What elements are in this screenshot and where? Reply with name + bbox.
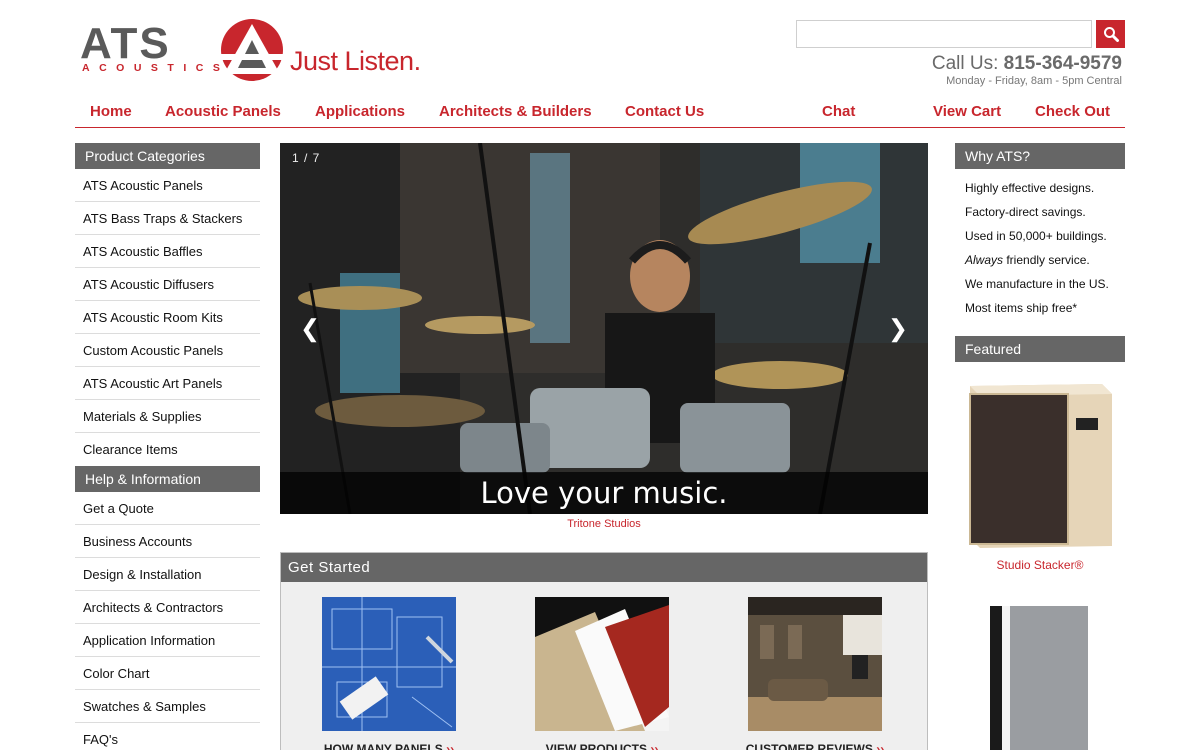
help-information-heading: Help & Information: [75, 466, 260, 492]
why-item: We manufacture in the US.: [955, 272, 1125, 296]
blueprint-image: [322, 597, 456, 731]
panel-swatches-image: [535, 597, 669, 731]
studio-stacker-image[interactable]: [962, 380, 1117, 552]
drummer-studio-photo: [280, 143, 928, 514]
featured-product-link[interactable]: Studio Stacker®: [955, 558, 1125, 572]
view-products-label: VIEW PRODUCTS: [545, 742, 647, 750]
logo-tagline: Just Listen.: [290, 46, 421, 76]
how-many-panels-label: HOW MANY PANELS: [323, 742, 443, 750]
home-theater-image: [748, 597, 882, 731]
why-item-em: Always: [965, 253, 1004, 267]
why-item: Highly effective designs.: [955, 176, 1125, 200]
chevron-left-icon[interactable]: ❮: [300, 315, 320, 344]
category-link[interactable]: Materials & Supplies: [75, 400, 260, 433]
call-us: Call Us: 815-364-9579: [932, 53, 1122, 75]
featured-box: Featured: [955, 336, 1125, 362]
business-hours: Monday - Friday, 8am - 5pm Central: [946, 75, 1122, 87]
nav-contact-us[interactable]: Contact Us: [625, 103, 704, 120]
help-link[interactable]: Color Chart: [75, 657, 260, 690]
how-many-panels-tile[interactable]: [322, 597, 456, 731]
logo-triangle-icon: [220, 19, 284, 81]
how-many-panels-link[interactable]: HOW MANY PANELS ››: [294, 742, 484, 750]
call-label: Call Us:: [931, 53, 999, 74]
why-item: Factory-direct savings.: [955, 200, 1125, 224]
nav-check-out[interactable]: Check Out: [1035, 103, 1110, 120]
why-ats-heading: Why ATS?: [955, 143, 1125, 169]
slide-counter: 1 / 7: [292, 151, 321, 165]
site-logo[interactable]: ATS ACOUSTICS Just Listen.: [80, 18, 440, 84]
chevrons-right-icon: ››: [650, 742, 659, 750]
why-item-text: We manufacture in the US.: [965, 277, 1109, 291]
why-item-text: Highly effective designs.: [965, 181, 1095, 195]
hero-slider[interactable]: 1 / 7 ❮ ❯ Love your music.: [280, 143, 928, 514]
nav-architects-builders[interactable]: Architects & Builders: [439, 103, 592, 120]
why-item-text: Factory-direct savings.: [965, 205, 1086, 219]
search-button[interactable]: [1096, 20, 1125, 48]
search-icon: [1103, 27, 1119, 42]
customer-reviews-link[interactable]: CUSTOMER REVIEWS ››: [720, 742, 910, 750]
featured-heading: Featured: [955, 336, 1125, 362]
main-nav: Home Acoustic Panels Applications Archit…: [75, 100, 1125, 128]
customer-reviews-label: CUSTOMER REVIEWS: [745, 742, 873, 750]
category-link[interactable]: ATS Acoustic Room Kits: [75, 301, 260, 334]
nav-chat[interactable]: Chat: [822, 103, 855, 120]
why-item: Most items ship free*: [955, 296, 1125, 320]
acoustic-panel-image[interactable]: [988, 604, 1090, 750]
help-link[interactable]: Application Information: [75, 624, 260, 657]
why-item: Always friendly service.: [955, 248, 1125, 272]
category-link[interactable]: ATS Acoustic Panels: [75, 169, 260, 202]
customer-reviews-tile[interactable]: [748, 597, 882, 731]
why-item-text: friendly service.: [1003, 253, 1090, 267]
nav-view-cart[interactable]: View Cart: [933, 103, 1001, 120]
help-link[interactable]: Design & Installation: [75, 558, 260, 591]
why-ats-box: Why ATS? Highly effective designs. Facto…: [955, 143, 1125, 320]
product-categories-heading: Product Categories: [75, 143, 260, 169]
nav-acoustic-panels[interactable]: Acoustic Panels: [165, 103, 281, 120]
help-link[interactable]: Business Accounts: [75, 525, 260, 558]
why-item-text: Used in 50,000+ buildings.: [965, 229, 1107, 243]
left-sidebar: Product Categories ATS Acoustic Panels A…: [75, 143, 260, 750]
category-link[interactable]: Clearance Items: [75, 433, 260, 466]
category-link[interactable]: ATS Acoustic Diffusers: [75, 268, 260, 301]
category-link[interactable]: ATS Acoustic Art Panels: [75, 367, 260, 400]
get-started-panel: Get Started HOW MANY PANELS ›› VIEW PROD…: [280, 552, 928, 750]
nav-applications[interactable]: Applications: [315, 103, 405, 120]
chevron-right-icon[interactable]: ❯: [888, 315, 908, 344]
help-link[interactable]: Architects & Contractors: [75, 591, 260, 624]
chevrons-right-icon: ››: [876, 742, 885, 750]
nav-home[interactable]: Home: [90, 103, 132, 120]
logo-subtext: ACOUSTICS: [82, 62, 230, 74]
why-item-text: Most items ship free*: [965, 301, 1078, 315]
view-products-tile[interactable]: [535, 597, 669, 731]
help-link[interactable]: Swatches & Samples: [75, 690, 260, 723]
why-item: Used in 50,000+ buildings.: [955, 224, 1125, 248]
view-products-link[interactable]: VIEW PRODUCTS ››: [507, 742, 697, 750]
logo-text: ATS: [80, 19, 171, 68]
phone-number[interactable]: 815-364-9579: [1004, 53, 1122, 74]
category-link[interactable]: ATS Bass Traps & Stackers: [75, 202, 260, 235]
slide-credit-link[interactable]: Tritone Studios: [280, 518, 928, 530]
chevrons-right-icon: ››: [446, 742, 455, 750]
help-link[interactable]: FAQ's: [75, 723, 260, 750]
category-link[interactable]: Custom Acoustic Panels: [75, 334, 260, 367]
slide-caption: Love your music.: [280, 472, 928, 514]
category-link[interactable]: ATS Acoustic Baffles: [75, 235, 260, 268]
help-link[interactable]: Get a Quote: [75, 492, 260, 525]
search-input[interactable]: [796, 20, 1092, 48]
get-started-heading: Get Started: [281, 553, 927, 582]
